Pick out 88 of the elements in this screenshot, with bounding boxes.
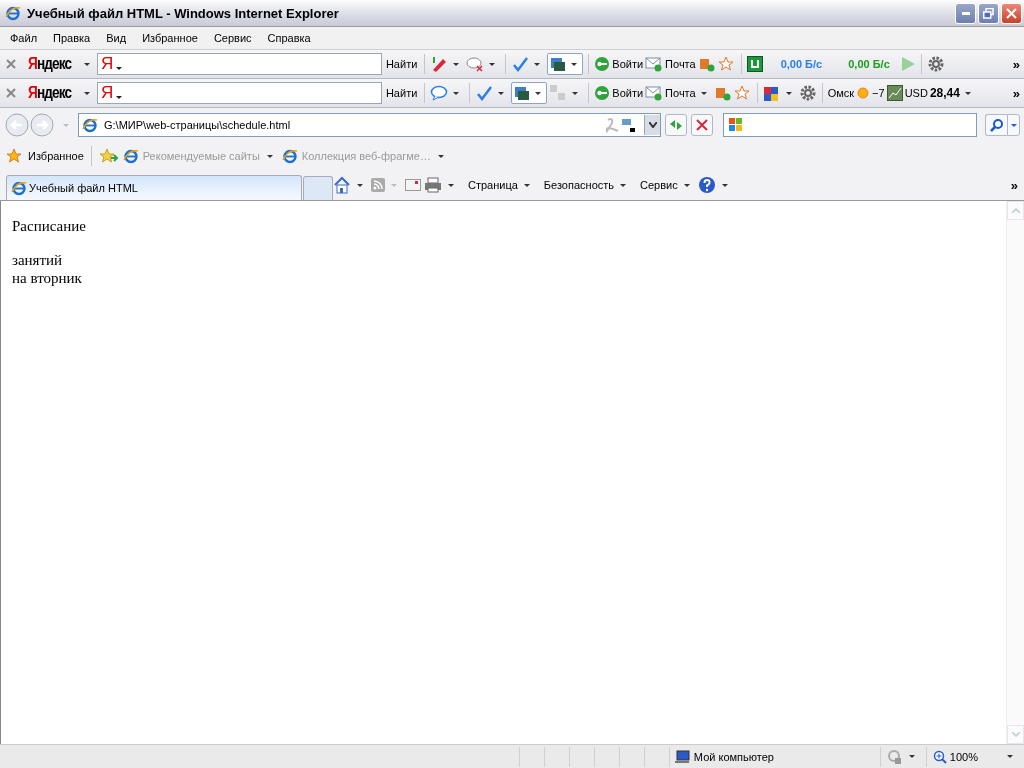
more-button[interactable]: » xyxy=(1012,56,1020,72)
scroll-up-icon xyxy=(1011,208,1020,213)
restore-button[interactable] xyxy=(978,2,999,24)
stop-icon xyxy=(696,119,708,131)
search-options-button[interactable] xyxy=(1007,114,1020,136)
browser-tab[interactable]: Учебный файл HTML xyxy=(6,175,302,200)
star-icon xyxy=(717,56,736,72)
scroll-down-icon xyxy=(1011,732,1020,737)
command-menu[interactable]: Сервис xyxy=(640,179,678,191)
mail-link[interactable]: Почта xyxy=(665,87,696,99)
search-button[interactable]: Найти xyxy=(383,87,420,99)
weather-city[interactable]: Омск xyxy=(827,87,855,99)
chart-icon[interactable] xyxy=(886,85,903,101)
computer-icon xyxy=(673,749,690,764)
translate-button[interactable] xyxy=(511,82,548,104)
currency-label: USD xyxy=(904,87,928,99)
temperature-reading: −7 xyxy=(872,87,885,99)
spellcheck-icon[interactable] xyxy=(511,56,530,72)
more-button[interactable]: » xyxy=(1010,177,1018,193)
key-icon xyxy=(594,56,611,72)
search-field[interactable]: Я xyxy=(96,82,382,104)
search-field[interactable]: Я xyxy=(96,53,382,75)
more-button[interactable]: » xyxy=(1012,85,1020,101)
help-icon[interactable] xyxy=(697,176,716,194)
search-button[interactable]: Найти xyxy=(383,58,420,70)
page-text: Расписание xyxy=(12,217,87,235)
page-icon xyxy=(82,117,98,133)
star-icon xyxy=(733,85,752,101)
speed-reading: 0,00 Б/с xyxy=(848,58,890,70)
page-icon xyxy=(11,180,27,196)
close-button[interactable] xyxy=(1001,2,1022,24)
ie-logo-icon xyxy=(5,5,21,21)
envelope-icon xyxy=(645,85,664,101)
address-field[interactable]: G:\МИР\web-страницы\schedule.html xyxy=(78,113,661,137)
yandex-logo[interactable]: Яндекс xyxy=(28,55,72,73)
yandex-logo[interactable]: Яндекс xyxy=(28,84,72,102)
mail-icon[interactable] xyxy=(405,179,421,191)
chevron-down-icon xyxy=(648,122,657,128)
favorites-star-icon xyxy=(6,148,24,164)
search-box[interactable] xyxy=(723,113,977,137)
currency-rate: 28,44 xyxy=(929,86,960,100)
minimize-icon xyxy=(961,11,970,15)
restore-icon xyxy=(983,7,994,19)
login-link[interactable]: Войти xyxy=(612,58,644,70)
login-link[interactable]: Войти xyxy=(612,87,644,99)
command-menu[interactable]: Страница xyxy=(468,179,518,191)
close-icon[interactable] xyxy=(6,88,16,98)
search-icon xyxy=(989,118,1004,132)
page-icon xyxy=(281,148,298,164)
menu-item[interactable]: Вид xyxy=(106,32,127,44)
sun-icon xyxy=(856,86,871,100)
key-icon xyxy=(594,85,611,101)
stop-button[interactable] xyxy=(691,114,713,136)
menu-item[interactable]: Правка xyxy=(53,32,91,44)
favorites-button[interactable]: Избранное xyxy=(28,150,84,162)
zoom-icon[interactable] xyxy=(932,749,947,764)
settings-icon[interactable] xyxy=(798,84,817,102)
envelope-icon xyxy=(645,56,664,72)
page-icon xyxy=(122,148,139,164)
search-button[interactable] xyxy=(985,114,1007,136)
minimize-button[interactable] xyxy=(955,2,976,24)
dropdown-button[interactable] xyxy=(644,115,660,135)
security-zone: Мой компьютер xyxy=(693,750,774,763)
menu-item[interactable]: Файл xyxy=(10,32,38,44)
translate-button[interactable] xyxy=(547,53,584,75)
refresh-button[interactable] xyxy=(665,114,687,136)
menu-item[interactable]: Избранное xyxy=(142,32,198,44)
speech-bubble-icon[interactable] xyxy=(430,85,449,101)
page-text: занятий на вторник xyxy=(12,251,83,287)
vertical-scrollbar[interactable] xyxy=(1006,201,1024,744)
close-icon[interactable] xyxy=(6,59,16,69)
spellcheck-icon[interactable] xyxy=(475,85,494,101)
add-favorite-icon[interactable] xyxy=(98,148,119,164)
printer-icon[interactable] xyxy=(424,177,442,193)
window-title: Учебный файл HTML - Windows Internet Explorer xyxy=(27,5,340,21)
rss-feed-icon[interactable] xyxy=(371,178,385,192)
zoom-level[interactable]: 100% xyxy=(949,750,978,763)
speech-bubble-icon[interactable] xyxy=(466,56,485,72)
home-icon[interactable] xyxy=(333,176,351,194)
mail-link[interactable]: Почта xyxy=(665,58,696,70)
menu-item[interactable]: Справка xyxy=(267,32,311,44)
speed-reading: 0,00 Б/с xyxy=(780,58,823,70)
close-icon xyxy=(1006,7,1017,19)
refresh-icon xyxy=(669,119,683,131)
command-menu[interactable]: Безопасность xyxy=(543,179,615,191)
windows-logo-icon xyxy=(728,117,744,133)
settings-icon[interactable] xyxy=(926,55,945,73)
menu-item[interactable]: Сервис xyxy=(213,32,252,44)
